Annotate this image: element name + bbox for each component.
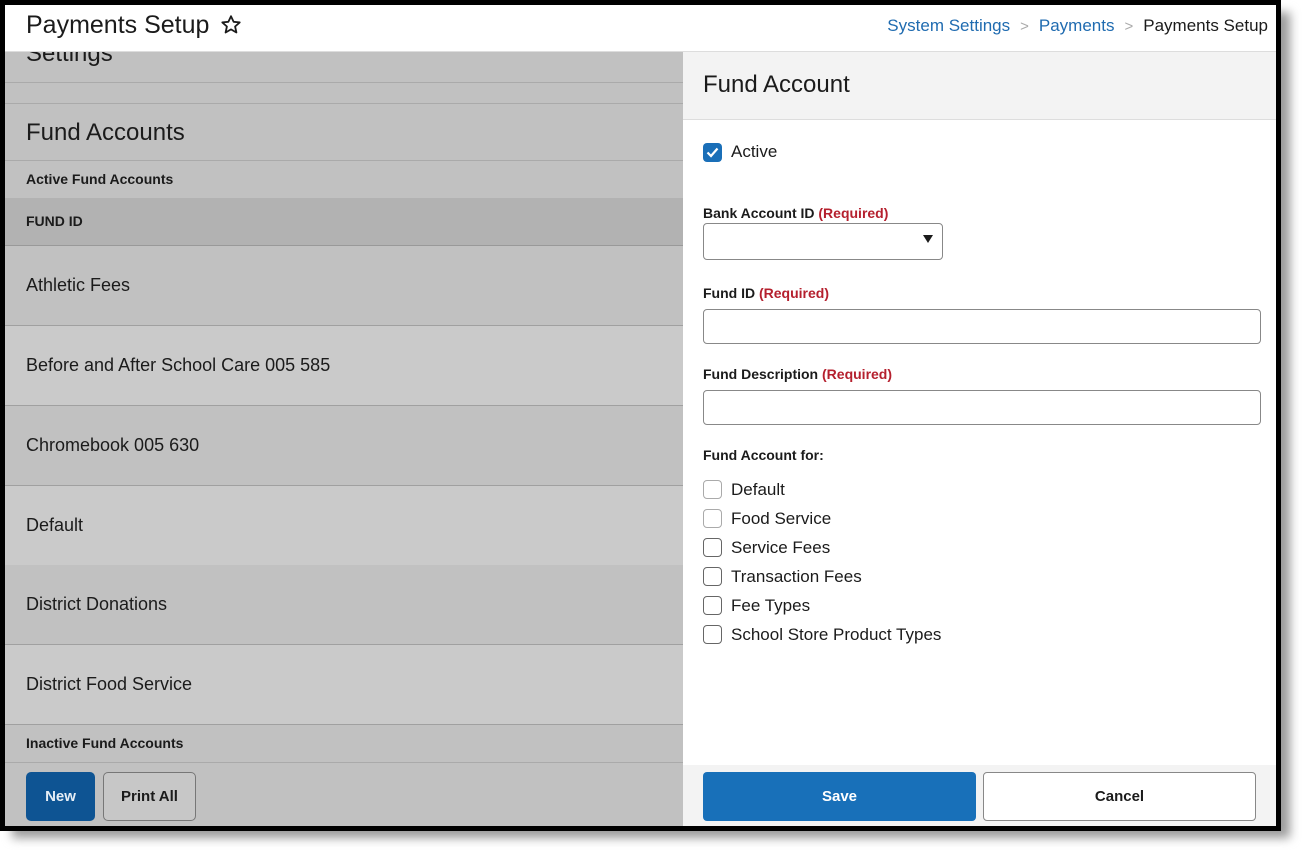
column-header-text: FUND ID	[26, 213, 83, 229]
star-outline-icon[interactable]	[219, 13, 243, 37]
checkbox-default[interactable]: Default	[703, 475, 941, 504]
cancel-button[interactable]: Cancel	[983, 772, 1256, 821]
checkbox-label: Food Service	[731, 508, 832, 528]
left-action-bar: New Print All	[5, 763, 683, 826]
fund-accounts-panel: Settings Fund Accounts Active Fund Accou…	[5, 40, 683, 826]
checkbox-transaction-fees[interactable]: Transaction Fees	[703, 562, 941, 591]
column-header-fund-id[interactable]: FUND ID	[5, 198, 683, 246]
checkbox-unchecked-icon[interactable]	[703, 625, 722, 644]
list-item[interactable]: Athletic Fees	[5, 246, 683, 326]
list-item[interactable]: District Donations	[5, 565, 683, 645]
list-item-label: Default	[26, 515, 84, 535]
fund-description-label: Fund Description (Required)	[703, 366, 893, 382]
inactive-fund-accounts-label: Inactive Fund Accounts	[5, 725, 683, 763]
list-item-label: Chromebook 005 630	[26, 435, 200, 455]
active-fund-accounts-text: Active Fund Accounts	[26, 171, 174, 187]
save-button[interactable]: Save	[703, 772, 976, 821]
active-label: Active	[731, 142, 778, 161]
bank-account-id-select[interactable]	[703, 223, 943, 260]
divider	[5, 83, 683, 104]
checkbox-fee-types[interactable]: Fee Types	[703, 591, 941, 620]
checkbox-label: Default	[731, 479, 785, 499]
chevron-right-icon: >	[1124, 17, 1134, 35]
breadcrumb-system-settings[interactable]: System Settings	[887, 16, 1010, 36]
fund-account-for-options: Default Food Service Service Fees Transa…	[703, 475, 941, 649]
dropdown-arrow-icon	[923, 235, 933, 243]
list-item[interactable]: Chromebook 005 630	[5, 406, 683, 486]
checkbox-unchecked-icon[interactable]	[703, 538, 722, 557]
form-action-bar: Save Cancel	[683, 765, 1276, 826]
page-header: Payments Setup System Settings > Payment…	[5, 5, 1276, 52]
breadcrumb-current: Payments Setup	[1143, 16, 1268, 35]
list-item[interactable]: Before and After School Care 005 585	[5, 326, 683, 406]
checkbox-label: Service Fees	[731, 537, 831, 557]
checkbox-unchecked-icon[interactable]	[703, 480, 722, 499]
fund-account-for-label: Fund Account for:	[703, 447, 824, 463]
bank-account-id-label: Bank Account ID (Required)	[703, 205, 889, 221]
fund-account-form: Fund Account Active Bank Account ID (Req…	[683, 52, 1276, 826]
checkbox-unchecked-icon[interactable]	[703, 567, 722, 586]
form-title: Fund Account	[703, 71, 850, 98]
page-title: Payments Setup	[26, 11, 210, 39]
chevron-right-icon: >	[1020, 17, 1029, 35]
breadcrumb: System Settings > Payments > Payments Se…	[887, 16, 1268, 36]
list-item-label: Before and After School Care 005 585	[26, 355, 331, 375]
fund-id-label: Fund ID (Required)	[703, 285, 829, 301]
fund-accounts-title: Fund Accounts	[26, 119, 185, 146]
checkbox-label: School Store Product Types	[731, 624, 942, 644]
checkbox-unchecked-icon[interactable]	[703, 509, 722, 528]
list-item-label: District Donations	[26, 594, 168, 614]
active-fund-accounts-label: Active Fund Accounts	[5, 161, 683, 198]
checkbox-school-store-product-types[interactable]: School Store Product Types	[703, 620, 941, 649]
list-item-label: Athletic Fees	[26, 275, 131, 295]
list-item[interactable]: Default	[5, 486, 683, 566]
fund-id-input[interactable]	[703, 309, 1261, 344]
new-button[interactable]: New	[26, 772, 95, 821]
checkbox-unchecked-icon[interactable]	[703, 596, 722, 615]
checkbox-food-service[interactable]: Food Service	[703, 504, 941, 533]
print-all-button[interactable]: Print All	[103, 772, 196, 821]
inactive-fund-accounts-text: Inactive Fund Accounts	[26, 735, 184, 751]
list-item[interactable]: District Food Service	[5, 645, 683, 725]
list-item-label: District Food Service	[26, 674, 193, 694]
app: Payments Setup System Settings > Payment…	[5, 5, 1276, 826]
breadcrumb-payments[interactable]: Payments	[1039, 16, 1115, 36]
required-indicator: (Required)	[759, 285, 829, 301]
fund-accounts-title-row: Fund Accounts	[5, 104, 683, 161]
checkbox-checked-icon[interactable]	[703, 142, 722, 162]
required-indicator: (Required)	[818, 205, 889, 221]
form-header: Fund Account	[683, 52, 1276, 120]
window-frame: Payments Setup System Settings > Payment…	[0, 0, 1281, 831]
checkbox-service-fees[interactable]: Service Fees	[703, 533, 941, 562]
checkbox-label: Transaction Fees	[731, 566, 862, 586]
active-checkbox[interactable]: Active	[703, 142, 777, 162]
fund-description-input[interactable]	[703, 390, 1261, 425]
required-indicator: (Required)	[822, 366, 893, 382]
checkbox-label: Fee Types	[731, 595, 811, 615]
